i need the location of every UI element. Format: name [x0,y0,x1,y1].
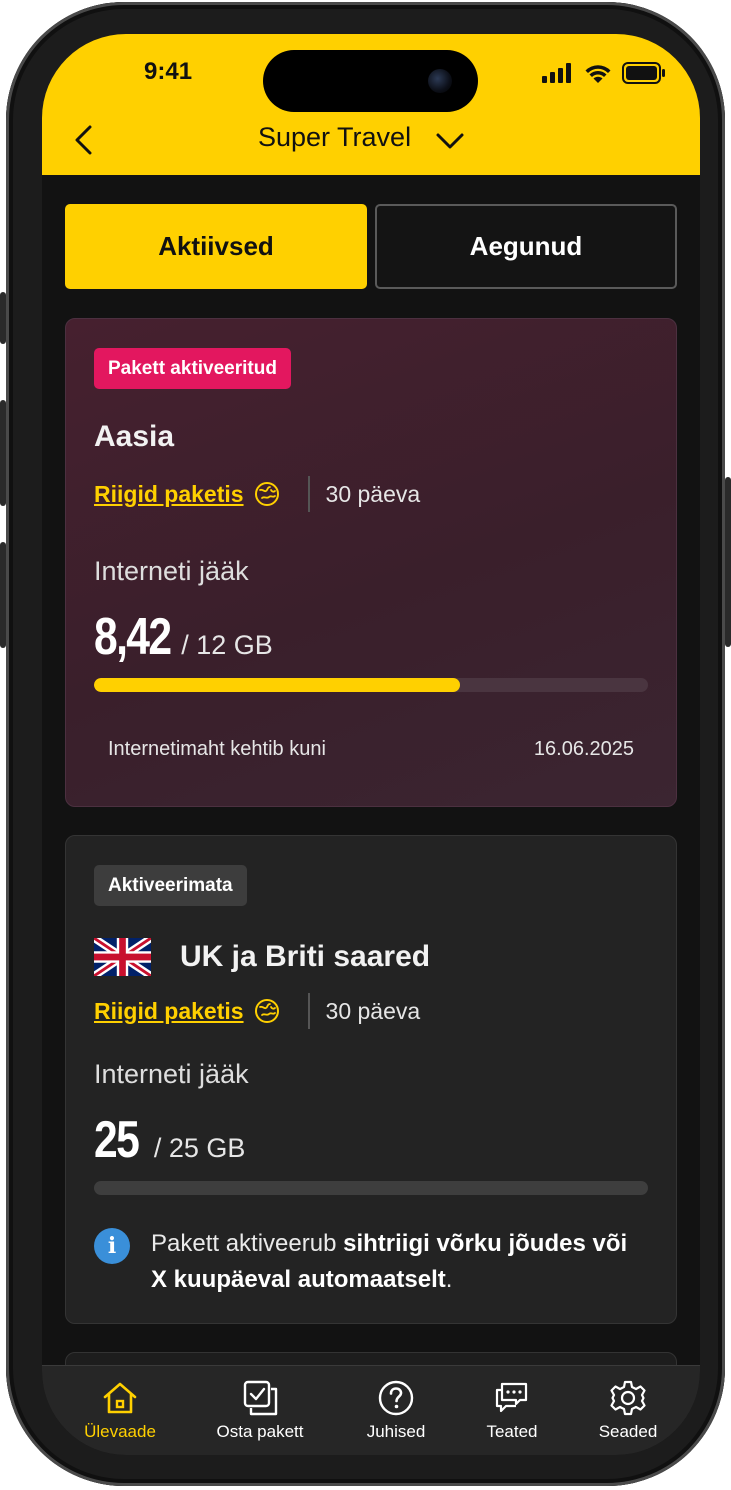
data-remaining-value: 8,42 [94,608,172,666]
tab-active[interactable]: Aktiivsed [65,204,367,289]
dynamic-island [263,50,478,112]
data-total: / 12 GB [181,630,273,660]
data-progress-bar [94,1181,648,1195]
package-card-asia[interactable]: Pakett aktiveeritud Aasia Riigid paketis… [65,318,677,807]
data-progress-bar [94,678,648,692]
info-icon: i [94,1228,130,1264]
buy-package-icon [243,1380,278,1416]
wifi-icon [585,65,611,83]
nav-help[interactable]: Juhised [331,1378,461,1442]
camera-icon [428,69,452,93]
settings-icon [610,1380,646,1416]
package-card-uk[interactable]: Aktiveerimata UK ja Briti saared Riigid … [65,835,677,1324]
countries-link[interactable]: Riigid paketis [94,481,244,508]
back-button[interactable] [70,124,100,156]
mute-switch [0,292,6,344]
help-icon [378,1380,414,1416]
volume-up-button [0,400,6,506]
app-header: 9:41 Super Travel [42,34,700,175]
tab-expired[interactable]: Aegunud [375,204,677,289]
messages-icon [495,1382,528,1413]
status-icons [542,62,666,84]
package-name: Aasia [94,420,175,453]
divider [307,476,310,512]
activation-info: i Pakett aktiveerub sihtriigi võrku jõud… [94,1226,648,1298]
data-amount: 25 / 25 GB [94,1110,245,1170]
title-bar: Super Travel [42,120,700,160]
bottom-navigation: Ülevaade Osta pakett Juhised Teated Sead… [42,1365,700,1455]
chevron-down-icon[interactable] [435,128,465,154]
nav-label: Teated [486,1422,538,1441]
status-tabs: Aktiivsed Aegunud [65,204,677,289]
countries-link[interactable]: Riigid paketis [94,998,244,1025]
signal-icon [542,63,571,83]
nav-settings[interactable]: Seaded [563,1378,693,1442]
data-total: / 25 GB [153,1133,246,1163]
nav-label: Ülevaade [84,1422,156,1441]
validity-date: 16.06.2025 [533,738,634,760]
nav-label: Juhised [366,1422,426,1441]
home-icon [103,1382,137,1414]
data-remaining-label: Interneti jääk [94,1059,249,1089]
data-remaining-value: 25 [94,1111,140,1169]
package-title-row: UK ja Briti saared [94,938,430,976]
package-duration: 30 päeva [325,480,421,507]
data-amount: 8,42 / 12 GB [94,607,273,667]
power-button [725,477,731,647]
package-meta: Riigid paketis 30 päeva [94,476,420,512]
nav-label: Seaded [598,1422,658,1441]
info-text-end: . [445,1266,453,1293]
volume-down-button [0,542,6,648]
nav-messages[interactable]: Teated [447,1378,577,1442]
nav-overview[interactable]: Ülevaade [55,1378,185,1442]
package-duration: 30 päeva [325,997,421,1024]
package-selector-title[interactable]: Super Travel [258,122,411,153]
uk-flag-icon [94,938,151,976]
package-meta: Riigid paketis 30 päeva [94,993,420,1029]
activation-info-text: Pakett aktiveerub sihtriigi võrku jõudes… [151,1226,648,1298]
info-text-part: Pakett aktiveerub [151,1230,344,1257]
validity-label: Internetimaht kehtib kuni [108,738,326,760]
status-badge: Aktiveerimata [94,865,247,906]
globe-icon[interactable] [254,998,280,1024]
divider [307,993,310,1029]
data-remaining-label: Interneti jääk [94,556,249,586]
status-badge: Pakett aktiveeritud [94,348,291,389]
status-time: 9:41 [144,58,193,85]
validity-row: Internetimaht kehtib kuni 16.06.2025 [108,738,634,761]
nav-label: Osta pakett [216,1422,304,1441]
package-name: UK ja Briti saared [180,940,431,973]
app-screen: 9:41 Super Travel Aktiivsed Aegunud Pake… [42,34,700,1455]
data-progress-fill [94,678,460,692]
globe-icon[interactable] [254,481,280,507]
battery-icon [622,62,665,84]
nav-buy-package[interactable]: Osta pakett [195,1378,325,1442]
phone-frame: 9:41 Super Travel Aktiivsed Aegunud Pake… [0,2,731,1486]
